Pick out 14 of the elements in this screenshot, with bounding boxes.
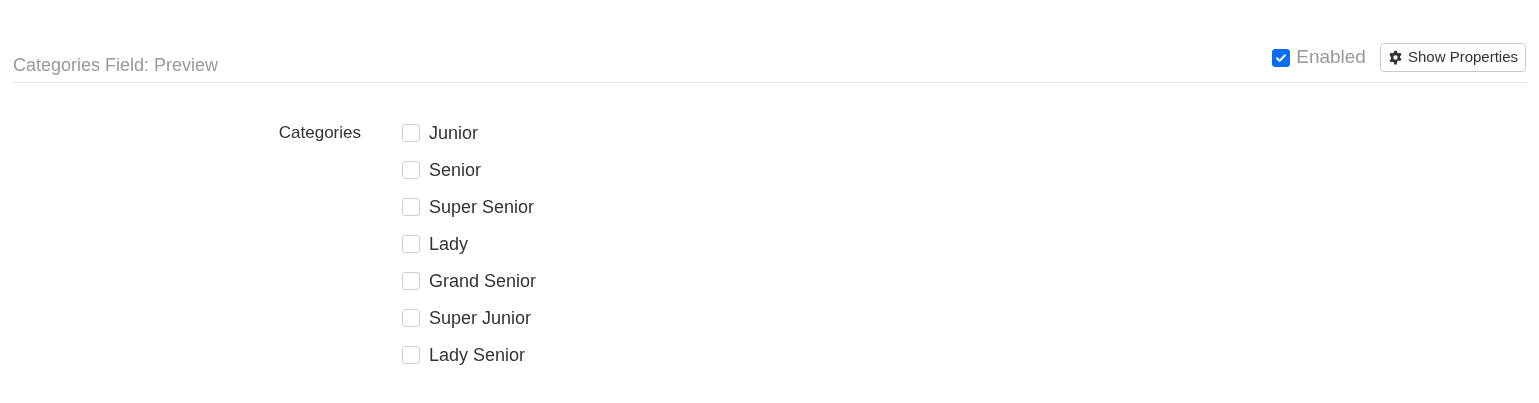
gear-icon	[1387, 50, 1403, 65]
section-title: Categories Field: Preview	[13, 54, 219, 77]
show-properties-button[interactable]: Show Properties	[1379, 43, 1526, 72]
option-label: Grand Senior	[429, 269, 537, 293]
field-label: Categories	[278, 122, 361, 144]
checkbox[interactable]	[1272, 48, 1291, 67]
enabled-label: Enabled	[1296, 45, 1366, 70]
option-label: Junior	[429, 121, 479, 145]
option-label: Lady	[429, 232, 469, 256]
option-label: Senior	[429, 158, 482, 182]
option-label: Super Senior	[429, 195, 535, 219]
check-icon	[1275, 51, 1288, 64]
option-label: Super Junior	[429, 306, 532, 330]
option-label: Lady Senior	[429, 343, 526, 367]
